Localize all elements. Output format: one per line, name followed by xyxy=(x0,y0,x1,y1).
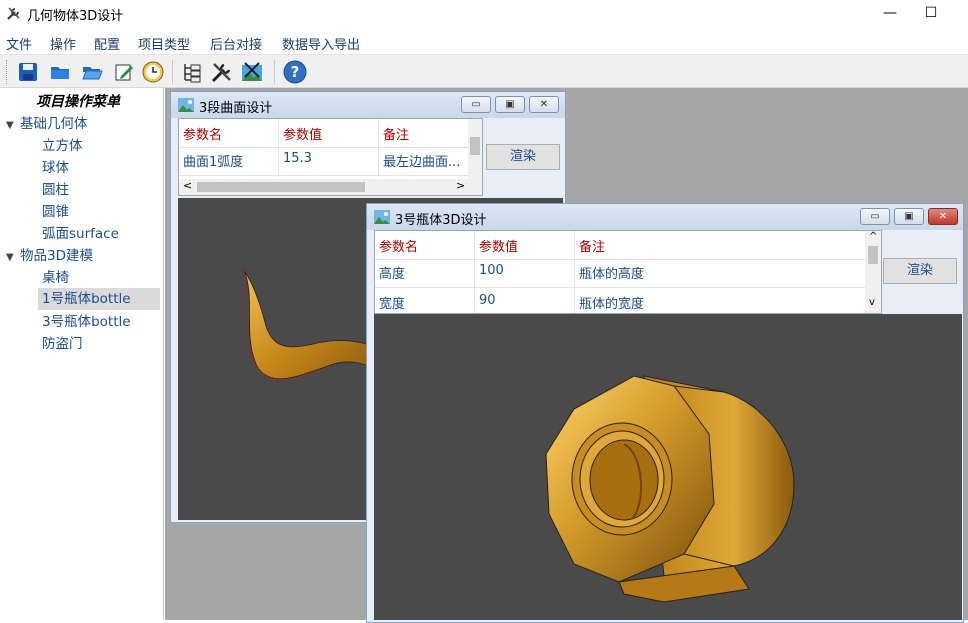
column-header-param-name: 参数名 xyxy=(379,240,419,255)
bottle-3d-viewport[interactable] xyxy=(374,314,962,620)
tree-item-bottle-1[interactable]: 1号瓶体bottle xyxy=(38,288,160,310)
help-glyph: ? xyxy=(291,63,300,81)
bottle-window-titlebar[interactable]: 3号瓶体3D设计 ▭ ▣ ✕ xyxy=(367,204,963,230)
table-cell-param-value[interactable]: 90 xyxy=(479,293,496,308)
picture-icon xyxy=(178,98,194,112)
menu-data-io[interactable]: 数据导入导出 xyxy=(282,34,360,53)
table-cell-param-name[interactable]: 高度 xyxy=(379,263,405,282)
menu-bar: 文件 操作 配置 项目类型 后台对接 数据导入导出 xyxy=(0,30,968,54)
menu-project-type[interactable]: 项目类型 xyxy=(138,34,190,53)
menu-operate[interactable]: 操作 xyxy=(50,34,76,53)
scroll-up-arrow[interactable]: ^ xyxy=(869,231,877,242)
column-header-remark: 备注 xyxy=(579,240,606,255)
table-cell-param-value[interactable]: 100 xyxy=(479,263,504,278)
surface-window-title: 3段曲面设计 xyxy=(199,101,273,116)
toolbar-separator xyxy=(274,60,275,84)
sidebar-header: 项目操作菜单 xyxy=(36,94,120,110)
surface-parameter-grid[interactable]: 参数名 参数值 备注 曲面1弧度 15.3 最左边曲面... < > xyxy=(178,118,483,196)
bottle-design-window: 3号瓶体3D设计 ▭ ▣ ✕ 参数名 参数值 备注 高度 100 瓶体的高度 宽… xyxy=(366,203,964,623)
title-bar: 几何物体3D设计 — ☐ xyxy=(0,0,968,28)
minimize-button[interactable]: ▭ xyxy=(461,96,491,113)
project-menu-sidebar: 项目操作菜单 ▼ 基础几何体 立方体 球体 圆柱 圆锥 弧面surface ▼ 物品… xyxy=(0,88,164,620)
minimize-button[interactable]: ▭ xyxy=(860,208,890,225)
render-button[interactable]: 渲染 xyxy=(486,144,560,170)
column-header-remark: 备注 xyxy=(383,128,410,143)
column-header-param-name: 参数名 xyxy=(183,128,223,143)
bottle-parameter-grid[interactable]: 参数名 参数值 备注 高度 100 瓶体的高度 宽度 90 瓶体的宽度 ^ v xyxy=(374,230,882,314)
restore-button[interactable]: ▣ xyxy=(495,96,525,113)
folder-icon[interactable] xyxy=(48,60,72,84)
tree-item-cube[interactable]: 立方体 xyxy=(42,135,83,157)
tree-item-cone[interactable]: 圆锥 xyxy=(42,201,69,223)
tools-app-icon xyxy=(7,7,20,20)
scroll-left-arrow[interactable]: < xyxy=(183,179,192,192)
table-cell-param-name[interactable]: 宽度 xyxy=(379,293,405,312)
tools-icon[interactable] xyxy=(210,60,234,84)
surface-window-titlebar[interactable]: 3段曲面设计 ▭ ▣ ✕ xyxy=(171,92,565,118)
tree-group-object-modeling[interactable]: ▼ 物品3D建模 xyxy=(6,245,93,267)
tree-view-icon[interactable] xyxy=(180,60,204,84)
menu-file[interactable]: 文件 xyxy=(6,34,32,53)
table-cell-param-value[interactable]: 15.3 xyxy=(283,151,312,166)
clock-icon[interactable] xyxy=(141,60,165,84)
tree-item-cylinder[interactable]: 圆柱 xyxy=(42,179,69,201)
close-button[interactable]: ✕ xyxy=(928,208,958,225)
table-cell-remark[interactable]: 瓶体的宽度 xyxy=(579,293,644,312)
tree-item-table-chair[interactable]: 桌椅 xyxy=(42,267,69,289)
bottle-window-title: 3号瓶体3D设计 xyxy=(395,213,487,228)
bottle-3d-model xyxy=(545,375,795,603)
tree-group-label: 物品3D建模 xyxy=(20,248,93,264)
picture-tools-icon[interactable] xyxy=(240,60,264,84)
vertical-scrollbar[interactable]: ^ v xyxy=(865,231,881,313)
picture-icon xyxy=(374,210,390,224)
tree-group-label: 基础几何体 xyxy=(20,116,88,132)
expand-arrow-icon[interactable]: ▼ xyxy=(6,115,20,137)
toolbar-grip[interactable] xyxy=(6,60,9,84)
scroll-right-arrow[interactable]: > xyxy=(456,179,465,192)
horizontal-scrollbar[interactable]: < > xyxy=(179,179,482,195)
restore-button[interactable]: ▣ xyxy=(894,208,924,225)
close-button[interactable]: ✕ xyxy=(529,96,559,113)
maximize-button[interactable]: ☐ xyxy=(920,2,942,24)
expand-arrow-icon[interactable]: ▼ xyxy=(6,247,20,269)
open-folder-icon[interactable] xyxy=(80,60,104,84)
tree-item-security-door[interactable]: 防盗门 xyxy=(42,333,83,355)
window-title: 几何物体3D设计 xyxy=(27,9,124,24)
tree-item-arc-surface[interactable]: 弧面surface xyxy=(42,223,119,245)
table-cell-remark[interactable]: 瓶体的高度 xyxy=(579,263,644,282)
render-button[interactable]: 渲染 xyxy=(883,258,957,284)
tree-item-bottle-3[interactable]: 3号瓶体bottle xyxy=(42,311,131,333)
tree-group-basic-geometry[interactable]: ▼ 基础几何体 xyxy=(6,113,88,135)
vertical-scrollbar[interactable] xyxy=(468,119,482,179)
tree-item-sphere[interactable]: 球体 xyxy=(42,157,69,179)
scroll-down-arrow[interactable]: v xyxy=(869,297,875,308)
help-icon[interactable]: ? xyxy=(283,60,307,84)
toolbar-separator xyxy=(172,60,173,84)
menu-backend[interactable]: 后台对接 xyxy=(210,34,262,53)
table-cell-remark[interactable]: 最左边曲面... xyxy=(383,151,460,170)
edit-icon[interactable] xyxy=(112,60,136,84)
menu-config[interactable]: 配置 xyxy=(94,34,120,53)
toolbar: ? xyxy=(0,54,968,88)
column-header-param-value: 参数值 xyxy=(479,240,519,255)
minimize-button[interactable]: — xyxy=(880,2,900,24)
save-icon[interactable] xyxy=(16,60,40,84)
table-cell-param-name[interactable]: 曲面1弧度 xyxy=(183,151,243,170)
column-header-param-value: 参数值 xyxy=(283,128,323,143)
